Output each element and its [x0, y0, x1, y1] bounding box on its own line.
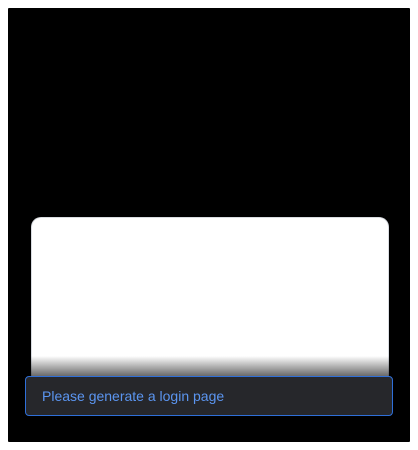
- page-description: [23, 88, 373, 200]
- prompt-input[interactable]: Please generate a login page: [25, 376, 393, 416]
- page-title: [23, 40, 403, 64]
- prompt-text: Please generate a login page: [42, 388, 225, 404]
- app-frame: Please generate a login page: [8, 8, 410, 442]
- preview-window: [32, 218, 388, 386]
